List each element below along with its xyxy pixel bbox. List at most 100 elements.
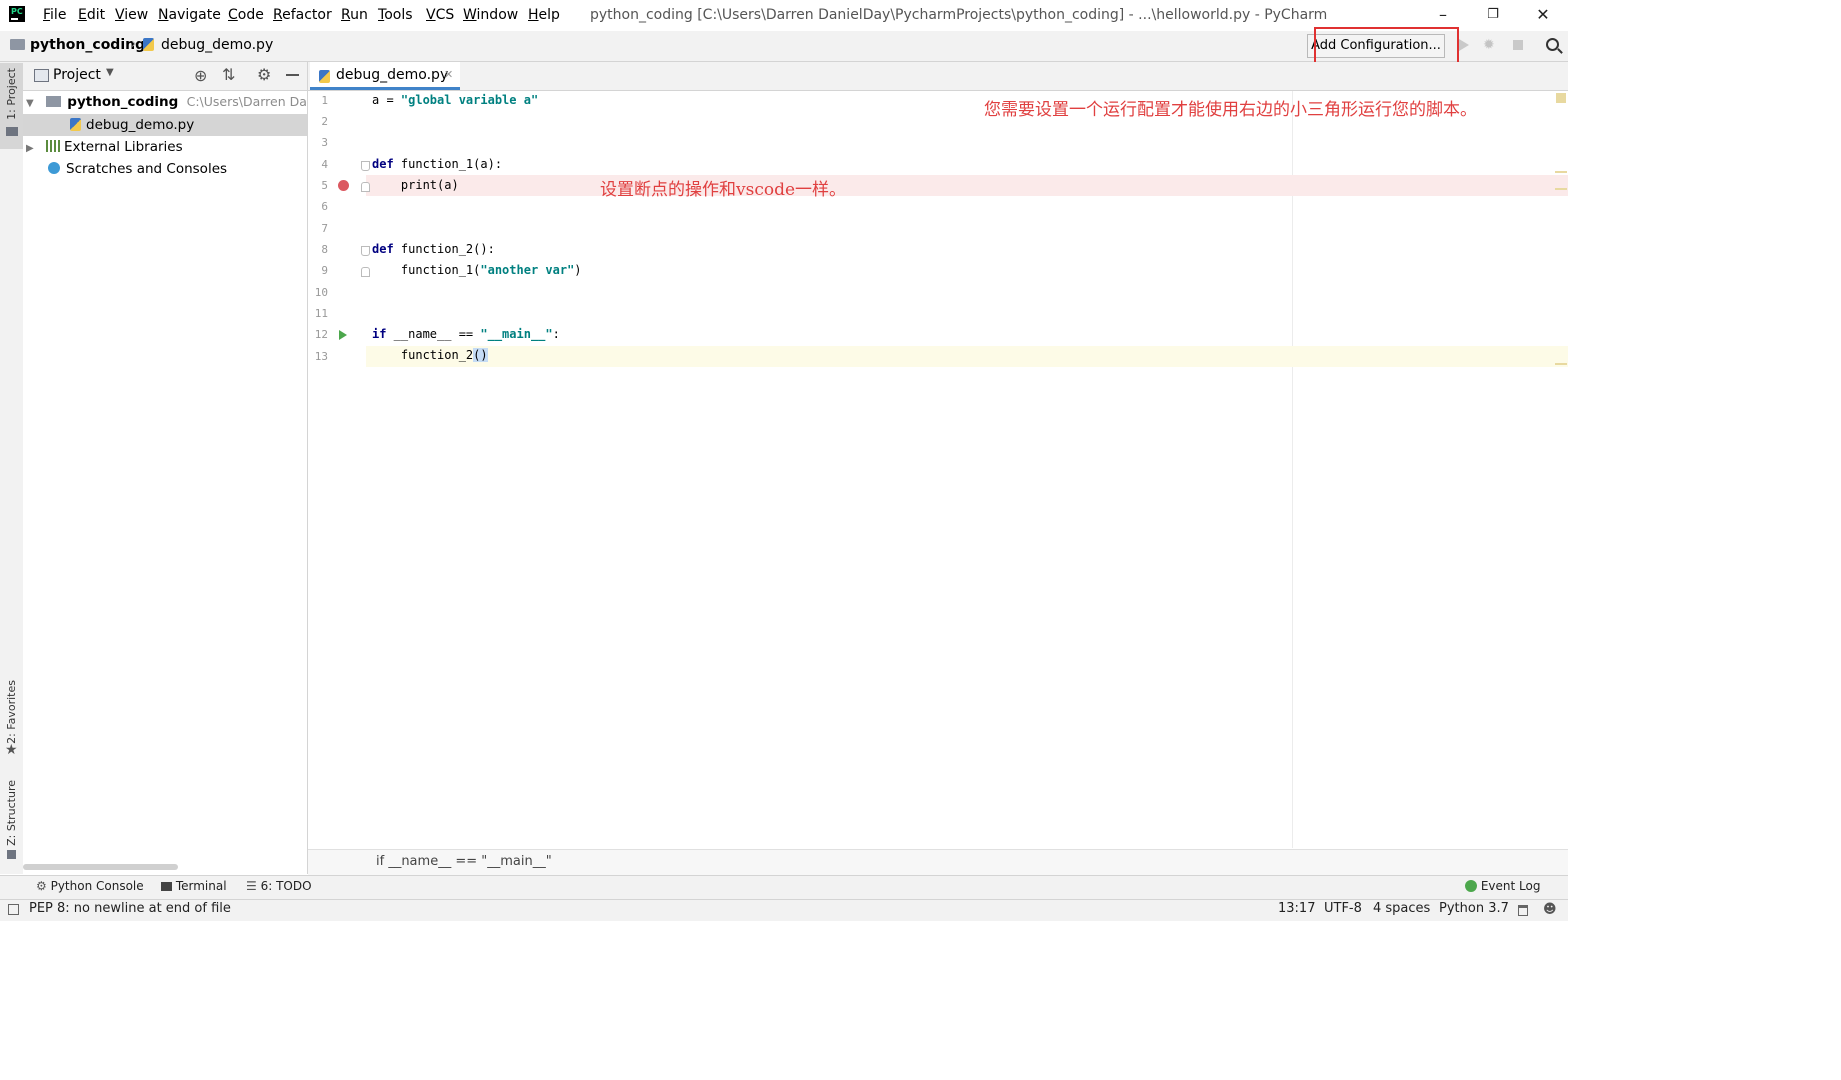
- tab-label: debug_demo.py: [336, 67, 449, 83]
- menu-vcs[interactable]: VCS: [426, 7, 454, 23]
- menu-refactor[interactable]: Refactor: [273, 7, 332, 23]
- caret-position[interactable]: 13:17: [1278, 901, 1315, 916]
- line-number: 3: [321, 136, 328, 149]
- python-console-label: Python Console: [50, 879, 144, 893]
- breadcrumb-project[interactable]: python_coding: [30, 37, 145, 53]
- project-scrollbar[interactable]: [23, 864, 178, 870]
- inspection-status-icon[interactable]: [1556, 93, 1566, 103]
- code-text: ): [574, 263, 582, 277]
- menu-tools[interactable]: Tools: [378, 7, 413, 23]
- gear-icon[interactable]: ⚙: [257, 65, 271, 84]
- error-stripe-mark: [1555, 171, 1567, 173]
- close-icon[interactable]: ✕: [1528, 4, 1558, 26]
- code-line-1: a = "global variable a": [372, 93, 538, 107]
- menu-view[interactable]: View: [115, 7, 148, 23]
- breakpoint-icon[interactable]: [338, 180, 349, 191]
- menu-run[interactable]: Run: [341, 7, 368, 23]
- expand-arrow-icon[interactable]: ▼: [26, 98, 34, 109]
- run-gutter-icon[interactable]: [339, 330, 347, 340]
- todo-button[interactable]: ☰ 6: TODO: [246, 879, 312, 893]
- tree-item-scratches[interactable]: Scratches and Consoles: [48, 158, 227, 180]
- project-view-selector[interactable]: Project: [53, 67, 101, 83]
- bottom-tool-bar: [0, 875, 1568, 900]
- terminal-label: Terminal: [175, 879, 227, 893]
- tree-item-external-libraries[interactable]: ▶ External Libraries: [26, 136, 183, 158]
- event-log-label: Event Log: [1480, 879, 1541, 893]
- tree-item-label: debug_demo.py: [86, 117, 195, 133]
- breadcrumb-scope[interactable]: if __name__ == "__main__": [376, 854, 552, 869]
- terminal-button[interactable]: Terminal: [161, 879, 227, 893]
- event-log-button[interactable]: Event Log: [1465, 879, 1540, 893]
- code-text: function_2: [372, 348, 474, 362]
- editor-tab-bar: [308, 62, 1568, 91]
- keyword: def: [372, 242, 394, 256]
- window-title: python_coding [C:\Users\Darren DanielDay…: [590, 7, 1328, 23]
- toggle-tool-windows-icon[interactable]: [8, 904, 19, 915]
- fold-icon[interactable]: [361, 182, 370, 192]
- keyword: def: [372, 157, 394, 171]
- indent-setting[interactable]: 4 spaces: [1373, 901, 1430, 916]
- collapse-all-icon[interactable]: ⇅: [222, 65, 235, 84]
- minimize-icon[interactable]: –: [1428, 4, 1458, 26]
- code-line-4: def function_1(a):: [372, 157, 502, 171]
- run-icon[interactable]: [1459, 39, 1469, 51]
- python-interpreter[interactable]: Python 3.7: [1439, 901, 1509, 916]
- fold-icon[interactable]: [361, 161, 370, 171]
- menu-edit[interactable]: Edit: [78, 7, 105, 23]
- code-text: __name__ ==: [386, 327, 481, 341]
- stop-icon[interactable]: [1513, 40, 1523, 50]
- menu-file[interactable]: File: [43, 7, 66, 23]
- debug-icon[interactable]: ✹: [1483, 37, 1495, 53]
- code-line-9: function_1("another var"): [372, 263, 582, 277]
- locate-file-icon[interactable]: ⊕: [194, 66, 207, 85]
- tree-item-debug-demo[interactable]: debug_demo.py: [70, 114, 194, 136]
- string-literal: "__main__": [480, 327, 553, 341]
- menu-code[interactable]: Code: [228, 7, 264, 23]
- menu-help[interactable]: Help: [528, 7, 560, 23]
- fold-icon[interactable]: [361, 246, 370, 256]
- code-line-12: if __name__ == "__main__":: [372, 327, 560, 341]
- right-margin-guide: [1292, 91, 1293, 848]
- line-number: 1: [321, 94, 328, 107]
- current-line-highlight: [366, 346, 1568, 367]
- python-console-button[interactable]: ⚙ Python Console: [36, 879, 144, 893]
- project-panel: [23, 62, 308, 874]
- breakpoint-line-highlight: [366, 175, 1568, 196]
- annotation-run-config: 您需要设置一个运行配置才能使用右边的小三角形运行您的脚本。: [984, 100, 1477, 120]
- hide-panel-icon[interactable]: [286, 74, 299, 76]
- structure-icon: [7, 850, 16, 859]
- line-number: 4: [321, 158, 328, 171]
- tab-structure[interactable]: Z: Structure: [5, 780, 18, 846]
- lock-icon[interactable]: [1518, 905, 1528, 916]
- error-stripe-mark: [1555, 188, 1567, 190]
- status-message: PEP 8: no newline at end of file: [29, 901, 231, 916]
- restore-icon[interactable]: ❐: [1478, 4, 1508, 26]
- tree-root-python-coding[interactable]: ▼ python_coding C:\Users\Darren Danie: [26, 91, 326, 113]
- file-encoding[interactable]: UTF-8: [1324, 901, 1362, 916]
- code-line-13: function_2(): [372, 348, 488, 362]
- libraries-icon: [46, 140, 60, 152]
- tab-project[interactable]: 1: Project: [5, 68, 18, 120]
- project-folder-icon: [6, 127, 18, 136]
- menu-navigate[interactable]: Navigate: [158, 7, 221, 23]
- menu-window[interactable]: Window: [463, 7, 518, 23]
- code-line-8: def function_2():: [372, 242, 495, 256]
- tab-favorites[interactable]: 2: Favorites: [5, 680, 18, 744]
- python-file-icon: [70, 118, 81, 131]
- inspector-icon[interactable]: ☻: [1543, 902, 1557, 917]
- line-number: 9: [321, 264, 328, 277]
- code-area[interactable]: [366, 91, 1568, 848]
- chevron-down-icon[interactable]: ▼: [106, 67, 114, 78]
- breadcrumb-file[interactable]: debug_demo.py: [161, 37, 273, 53]
- python-file-icon: [319, 70, 330, 83]
- python-file-icon: [143, 38, 154, 51]
- close-tab-icon[interactable]: ✕: [444, 68, 453, 81]
- fold-icon[interactable]: [361, 267, 370, 277]
- code-text: function_2():: [393, 242, 495, 256]
- string-literal: "another var": [480, 263, 575, 277]
- tree-item-label: Scratches and Consoles: [66, 161, 228, 177]
- annotation-breakpoint: 设置断点的操作和vscode一样。: [600, 180, 847, 200]
- matched-brackets: (): [473, 348, 488, 362]
- expand-arrow-icon[interactable]: ▶: [26, 143, 34, 154]
- tab-debug-demo[interactable]: debug_demo.py ✕: [310, 62, 460, 90]
